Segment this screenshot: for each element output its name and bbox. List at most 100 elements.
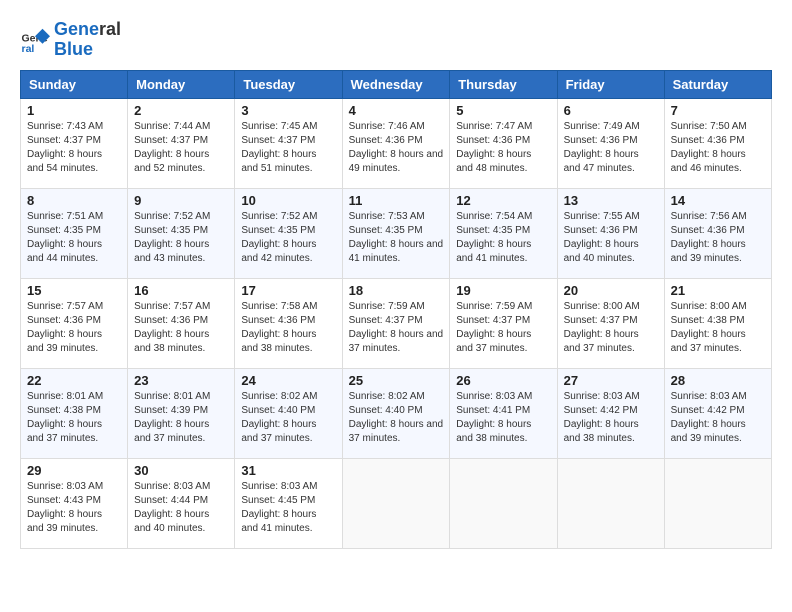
calendar-cell: 5 Sunrise: 7:47 AM Sunset: 4:36 PM Dayli…	[450, 98, 557, 188]
day-info: Sunrise: 7:47 AM Sunset: 4:36 PM Dayligh…	[456, 121, 532, 174]
page-header: Gene ral GeneralBlue	[20, 20, 772, 60]
day-number: 18	[349, 283, 444, 298]
calendar-cell: 13 Sunrise: 7:55 AM Sunset: 4:36 PM Dayl…	[557, 188, 664, 278]
day-info: Sunrise: 8:03 AM Sunset: 4:43 PM Dayligh…	[27, 481, 103, 534]
day-number: 11	[349, 193, 444, 208]
calendar-cell: 21 Sunrise: 8:00 AM Sunset: 4:38 PM Dayl…	[664, 278, 771, 368]
calendar-cell	[557, 458, 664, 548]
day-info: Sunrise: 8:00 AM Sunset: 4:38 PM Dayligh…	[671, 301, 747, 354]
calendar-week-1: 1 Sunrise: 7:43 AM Sunset: 4:37 PM Dayli…	[21, 98, 772, 188]
day-info: Sunrise: 8:03 AM Sunset: 4:42 PM Dayligh…	[564, 391, 640, 444]
day-number: 27	[564, 373, 658, 388]
day-info: Sunrise: 7:46 AM Sunset: 4:36 PM Dayligh…	[349, 121, 444, 174]
calendar-cell: 17 Sunrise: 7:58 AM Sunset: 4:36 PM Dayl…	[235, 278, 342, 368]
day-header-monday: Monday	[128, 70, 235, 98]
day-info: Sunrise: 7:57 AM Sunset: 4:36 PM Dayligh…	[134, 301, 210, 354]
day-number: 8	[27, 193, 121, 208]
day-number: 22	[27, 373, 121, 388]
calendar-cell: 10 Sunrise: 7:52 AM Sunset: 4:35 PM Dayl…	[235, 188, 342, 278]
day-info: Sunrise: 7:59 AM Sunset: 4:37 PM Dayligh…	[349, 301, 444, 354]
day-info: Sunrise: 7:50 AM Sunset: 4:36 PM Dayligh…	[671, 121, 747, 174]
day-number: 25	[349, 373, 444, 388]
day-info: Sunrise: 7:54 AM Sunset: 4:35 PM Dayligh…	[456, 211, 532, 264]
calendar-cell: 22 Sunrise: 8:01 AM Sunset: 4:38 PM Dayl…	[21, 368, 128, 458]
calendar-cell: 29 Sunrise: 8:03 AM Sunset: 4:43 PM Dayl…	[21, 458, 128, 548]
day-info: Sunrise: 8:03 AM Sunset: 4:41 PM Dayligh…	[456, 391, 532, 444]
day-number: 23	[134, 373, 228, 388]
day-info: Sunrise: 8:03 AM Sunset: 4:44 PM Dayligh…	[134, 481, 210, 534]
day-number: 1	[27, 103, 121, 118]
day-number: 19	[456, 283, 550, 298]
calendar-cell: 2 Sunrise: 7:44 AM Sunset: 4:37 PM Dayli…	[128, 98, 235, 188]
day-number: 13	[564, 193, 658, 208]
day-header-thursday: Thursday	[450, 70, 557, 98]
day-number: 9	[134, 193, 228, 208]
calendar-week-3: 15 Sunrise: 7:57 AM Sunset: 4:36 PM Dayl…	[21, 278, 772, 368]
calendar-cell: 16 Sunrise: 7:57 AM Sunset: 4:36 PM Dayl…	[128, 278, 235, 368]
calendar-cell: 18 Sunrise: 7:59 AM Sunset: 4:37 PM Dayl…	[342, 278, 450, 368]
day-number: 24	[241, 373, 335, 388]
day-info: Sunrise: 7:45 AM Sunset: 4:37 PM Dayligh…	[241, 121, 317, 174]
day-number: 15	[27, 283, 121, 298]
calendar-cell: 1 Sunrise: 7:43 AM Sunset: 4:37 PM Dayli…	[21, 98, 128, 188]
day-info: Sunrise: 7:52 AM Sunset: 4:35 PM Dayligh…	[241, 211, 317, 264]
calendar-cell	[450, 458, 557, 548]
day-info: Sunrise: 7:49 AM Sunset: 4:36 PM Dayligh…	[564, 121, 640, 174]
day-number: 14	[671, 193, 765, 208]
day-header-wednesday: Wednesday	[342, 70, 450, 98]
day-info: Sunrise: 8:01 AM Sunset: 4:39 PM Dayligh…	[134, 391, 210, 444]
calendar-cell: 11 Sunrise: 7:53 AM Sunset: 4:35 PM Dayl…	[342, 188, 450, 278]
calendar-cell: 4 Sunrise: 7:46 AM Sunset: 4:36 PM Dayli…	[342, 98, 450, 188]
calendar-table: SundayMondayTuesdayWednesdayThursdayFrid…	[20, 70, 772, 549]
day-number: 3	[241, 103, 335, 118]
day-info: Sunrise: 8:03 AM Sunset: 4:42 PM Dayligh…	[671, 391, 747, 444]
calendar-cell: 8 Sunrise: 7:51 AM Sunset: 4:35 PM Dayli…	[21, 188, 128, 278]
day-header-sunday: Sunday	[21, 70, 128, 98]
day-info: Sunrise: 7:51 AM Sunset: 4:35 PM Dayligh…	[27, 211, 103, 264]
day-number: 12	[456, 193, 550, 208]
day-info: Sunrise: 8:01 AM Sunset: 4:38 PM Dayligh…	[27, 391, 103, 444]
day-number: 4	[349, 103, 444, 118]
calendar-week-2: 8 Sunrise: 7:51 AM Sunset: 4:35 PM Dayli…	[21, 188, 772, 278]
day-number: 28	[671, 373, 765, 388]
day-number: 30	[134, 463, 228, 478]
day-number: 17	[241, 283, 335, 298]
calendar-cell: 3 Sunrise: 7:45 AM Sunset: 4:37 PM Dayli…	[235, 98, 342, 188]
day-info: Sunrise: 7:52 AM Sunset: 4:35 PM Dayligh…	[134, 211, 210, 264]
calendar-week-4: 22 Sunrise: 8:01 AM Sunset: 4:38 PM Dayl…	[21, 368, 772, 458]
day-number: 20	[564, 283, 658, 298]
day-info: Sunrise: 8:02 AM Sunset: 4:40 PM Dayligh…	[241, 391, 317, 444]
day-info: Sunrise: 7:57 AM Sunset: 4:36 PM Dayligh…	[27, 301, 103, 354]
days-of-week-row: SundayMondayTuesdayWednesdayThursdayFrid…	[21, 70, 772, 98]
calendar-week-5: 29 Sunrise: 8:03 AM Sunset: 4:43 PM Dayl…	[21, 458, 772, 548]
calendar-cell: 23 Sunrise: 8:01 AM Sunset: 4:39 PM Dayl…	[128, 368, 235, 458]
day-number: 26	[456, 373, 550, 388]
day-info: Sunrise: 8:02 AM Sunset: 4:40 PM Dayligh…	[349, 391, 444, 444]
calendar-cell: 7 Sunrise: 7:50 AM Sunset: 4:36 PM Dayli…	[664, 98, 771, 188]
day-number: 5	[456, 103, 550, 118]
calendar-cell: 24 Sunrise: 8:02 AM Sunset: 4:40 PM Dayl…	[235, 368, 342, 458]
day-info: Sunrise: 7:43 AM Sunset: 4:37 PM Dayligh…	[27, 121, 103, 174]
calendar-cell: 26 Sunrise: 8:03 AM Sunset: 4:41 PM Dayl…	[450, 368, 557, 458]
calendar-cell	[342, 458, 450, 548]
day-info: Sunrise: 7:56 AM Sunset: 4:36 PM Dayligh…	[671, 211, 747, 264]
day-info: Sunrise: 7:53 AM Sunset: 4:35 PM Dayligh…	[349, 211, 444, 264]
day-info: Sunrise: 8:03 AM Sunset: 4:45 PM Dayligh…	[241, 481, 317, 534]
logo: Gene ral GeneralBlue	[20, 20, 121, 60]
calendar-cell	[664, 458, 771, 548]
day-info: Sunrise: 7:58 AM Sunset: 4:36 PM Dayligh…	[241, 301, 317, 354]
calendar-cell: 9 Sunrise: 7:52 AM Sunset: 4:35 PM Dayli…	[128, 188, 235, 278]
day-info: Sunrise: 7:55 AM Sunset: 4:36 PM Dayligh…	[564, 211, 640, 264]
day-header-saturday: Saturday	[664, 70, 771, 98]
calendar-cell: 20 Sunrise: 8:00 AM Sunset: 4:37 PM Dayl…	[557, 278, 664, 368]
svg-text:ral: ral	[22, 43, 35, 55]
day-number: 16	[134, 283, 228, 298]
calendar-cell: 15 Sunrise: 7:57 AM Sunset: 4:36 PM Dayl…	[21, 278, 128, 368]
calendar-cell: 31 Sunrise: 8:03 AM Sunset: 4:45 PM Dayl…	[235, 458, 342, 548]
day-number: 6	[564, 103, 658, 118]
day-number: 10	[241, 193, 335, 208]
day-number: 7	[671, 103, 765, 118]
day-number: 29	[27, 463, 121, 478]
calendar-cell: 25 Sunrise: 8:02 AM Sunset: 4:40 PM Dayl…	[342, 368, 450, 458]
day-header-tuesday: Tuesday	[235, 70, 342, 98]
